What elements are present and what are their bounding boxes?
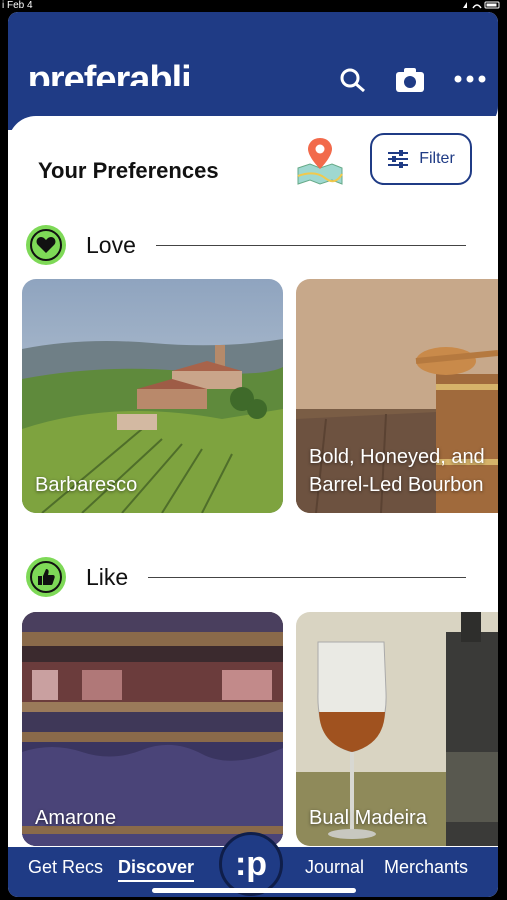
card-bourbon[interactable]: Bold, Honeyed, and Barrel-Led Bourbon — [296, 279, 498, 513]
nav-journal[interactable]: Journal — [305, 857, 364, 878]
section-label-like: Like — [86, 563, 129, 590]
app-logo: .preferabli — [18, 60, 191, 86]
main-content: Your Preferences Filter Love Barbaresco … — [8, 116, 498, 847]
nav-get-recs[interactable]: Get Recs — [28, 857, 103, 878]
camera-icon[interactable] — [394, 66, 424, 92]
card-bual-madeira[interactable]: Bual Madeira — [296, 612, 498, 846]
sliders-icon — [388, 150, 409, 168]
nav-discover[interactable]: Discover — [118, 857, 195, 882]
section-divider — [148, 576, 466, 578]
section-label-love: Love — [86, 231, 136, 258]
more-icon[interactable] — [452, 66, 486, 92]
nav-merchants[interactable]: Merchants — [384, 857, 468, 878]
status-bar: i Feb 4 — [0, 0, 507, 12]
section-header-like: Like — [26, 556, 486, 598]
preferabli-fab-button[interactable]: :p — [219, 832, 283, 896]
device-frame: i Feb 4 .preferabli Your Preferences Fil… — [0, 0, 507, 900]
section-header-love: Love — [26, 224, 486, 266]
app-screen: .preferabli Your Preferences Filter Love… — [8, 12, 498, 897]
thumbs-up-icon — [26, 557, 66, 597]
page-title: Your Preferences — [38, 158, 219, 183]
filter-label: Filter — [419, 150, 455, 167]
heart-icon — [26, 225, 66, 265]
card-caption: Bual Madeira — [309, 807, 427, 829]
section-divider — [155, 244, 466, 246]
status-time: i Feb 4 — [2, 0, 33, 11]
home-indicator[interactable] — [152, 888, 356, 893]
card-caption: Barbaresco — [35, 474, 138, 496]
card-barbaresco[interactable]: Barbaresco — [22, 279, 283, 513]
search-icon[interactable] — [338, 66, 368, 93]
filter-button[interactable]: Filter — [370, 133, 472, 185]
card-caption: Amarone — [35, 807, 117, 829]
card-amarone[interactable]: Amarone — [22, 612, 283, 846]
app-header: .preferabli — [8, 12, 498, 130]
map-icon — [297, 138, 343, 185]
map-button[interactable] — [295, 134, 345, 186]
card-caption: Bold, Honeyed, and Barrel-Led Bourbon — [309, 446, 485, 496]
